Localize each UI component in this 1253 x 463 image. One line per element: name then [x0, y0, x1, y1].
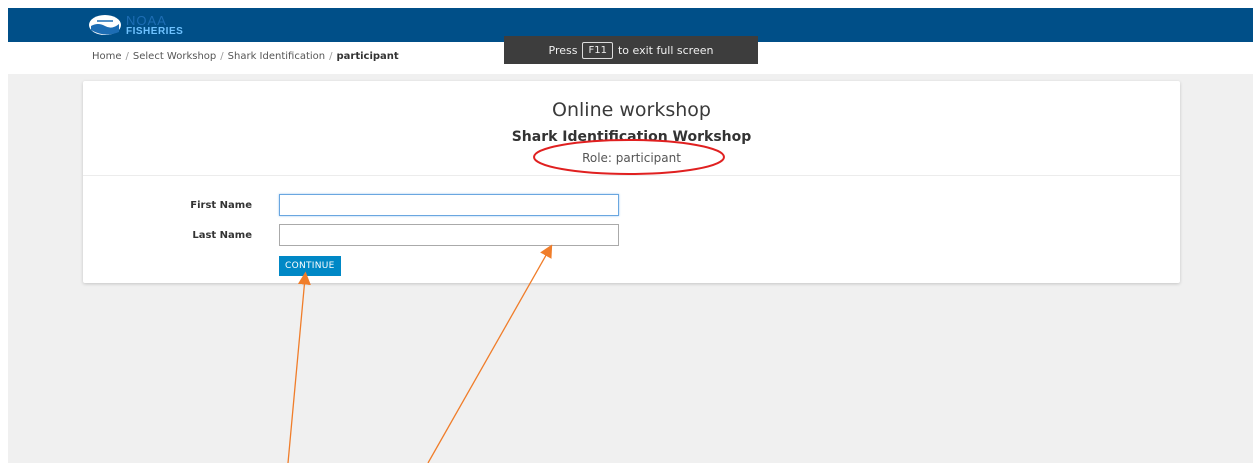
- browser-viewport: NOAA FISHERIES Home / Select Workshop / Shar…: [8, 8, 1253, 463]
- breadcrumb: Home / Select Workshop / Shark Identificatio…: [92, 51, 399, 62]
- logo-fisheries-text: FISHERIES: [126, 25, 184, 37]
- role-label: Role: participant: [582, 151, 681, 165]
- last-name-row: Last Name: [83, 224, 619, 246]
- breadcrumb-separator: /: [125, 51, 129, 62]
- card-header: Online workshop Shark Identification Wor…: [83, 81, 1180, 176]
- fullscreen-notice: Press F11 to exit full screen: [504, 36, 758, 64]
- first-name-input[interactable]: [279, 194, 619, 216]
- breadcrumb-separator: /: [329, 51, 333, 62]
- last-name-label: Last Name: [192, 229, 252, 241]
- fullscreen-notice-suffix: to exit full screen: [617, 43, 714, 57]
- first-name-row: First Name: [83, 194, 619, 216]
- breadcrumb-home[interactable]: Home: [92, 51, 122, 62]
- breadcrumb-separator: /: [220, 51, 224, 62]
- breadcrumb-select-workshop[interactable]: Select Workshop: [133, 51, 216, 62]
- continue-button[interactable]: CONTINUE: [279, 256, 341, 276]
- breadcrumb-shark-identification[interactable]: Shark Identification: [228, 51, 325, 62]
- logo-noaa-text: NOAA: [126, 12, 167, 28]
- last-name-input[interactable]: [279, 224, 619, 246]
- noaa-emblem-icon: [89, 15, 121, 35]
- breadcrumb-current: participant: [336, 51, 399, 62]
- workshop-card: Online workshop Shark Identification Wor…: [83, 81, 1180, 283]
- noaa-fisheries-logo[interactable]: NOAA FISHERIES: [88, 11, 183, 39]
- first-name-label: First Name: [190, 199, 252, 211]
- fullscreen-key-badge: F11: [582, 41, 613, 59]
- page-title: Online workshop: [552, 99, 711, 121]
- workshop-name: Shark Identification Workshop: [511, 129, 752, 145]
- fullscreen-notice-prefix: Press: [548, 43, 578, 57]
